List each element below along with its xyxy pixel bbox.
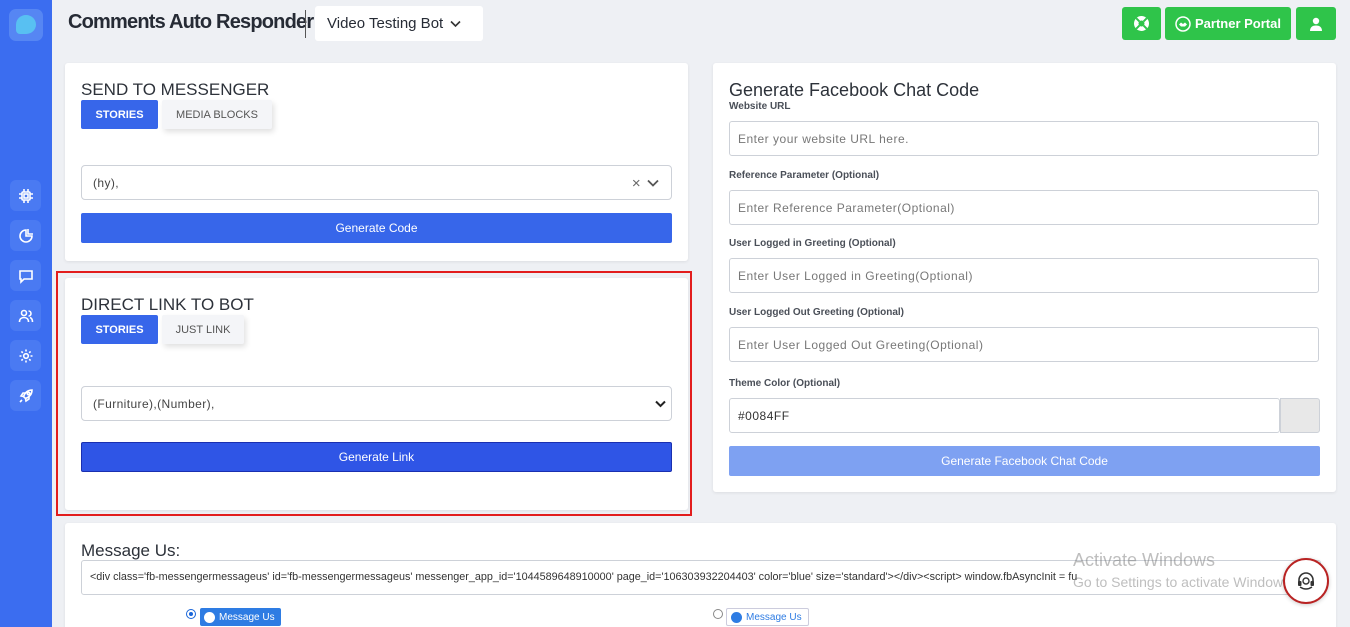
- messenger-icon: [731, 611, 742, 623]
- partner-portal-label: Partner Portal: [1195, 16, 1281, 31]
- reference-parameter-label: Reference Parameter (Optional): [729, 170, 880, 181]
- lifebuoy-icon: [1134, 16, 1149, 31]
- highlight-frame: [56, 271, 692, 516]
- support-chat-widget[interactable]: [1283, 558, 1329, 604]
- partner-portal-button[interactable]: Partner Portal: [1165, 7, 1291, 40]
- send-to-messenger-card: SEND TO MESSENGER STORIES MEDIA BLOCKS (…: [65, 63, 688, 261]
- message-us-preview-white[interactable]: Message Us: [726, 608, 809, 626]
- support-button[interactable]: [1122, 7, 1161, 40]
- title-divider: [305, 10, 306, 38]
- logged-in-greeting-label: User Logged in Greeting (Optional): [729, 238, 896, 249]
- chevron-down-icon[interactable]: [647, 179, 659, 187]
- stories-select[interactable]: (hy), ×: [81, 165, 672, 200]
- logged-out-greeting-label: User Logged Out Greeting (Optional): [729, 307, 904, 318]
- chevron-down-icon: [450, 20, 461, 27]
- generate-code-button[interactable]: Generate Code: [81, 213, 672, 243]
- tab-media-blocks[interactable]: MEDIA BLOCKS: [162, 100, 272, 129]
- chat-code-title: Generate Facebook Chat Code: [729, 80, 980, 100]
- user-profile-button[interactable]: [1296, 7, 1336, 40]
- top-header: Comments Auto Responder Video Testing Bo…: [52, 0, 1350, 48]
- website-url-input[interactable]: Enter your website URL here.: [729, 121, 1319, 156]
- headset-icon: [1298, 572, 1314, 590]
- gear-icon[interactable]: [10, 340, 41, 371]
- activate-windows-subtitle: Go to Settings to activate Windows.: [1073, 574, 1294, 590]
- messenger-icon: [204, 611, 215, 623]
- message-us-preview-label: Message Us: [219, 611, 275, 623]
- tab-stories[interactable]: STORIES: [81, 100, 158, 129]
- message-us-preview-blue[interactable]: Message Us: [200, 608, 281, 626]
- user-icon: [1310, 17, 1322, 31]
- bot-select-label: Video Testing Bot: [327, 15, 444, 32]
- clear-icon[interactable]: ×: [632, 175, 641, 192]
- theme-color-label: Theme Color (Optional): [729, 378, 841, 389]
- radio-option-2[interactable]: [713, 609, 723, 619]
- radio-option-1[interactable]: [186, 609, 196, 619]
- bot-select-dropdown[interactable]: Video Testing Bot: [315, 6, 483, 41]
- chat-code-card: Generate Facebook Chat Code Website URL …: [713, 63, 1336, 492]
- stories-select-value: (hy),: [93, 175, 119, 190]
- generate-chat-code-button[interactable]: Generate Facebook Chat Code: [729, 446, 1320, 476]
- message-us-preview-label: Message Us: [746, 611, 802, 623]
- theme-color-input[interactable]: #0084FF: [729, 398, 1280, 433]
- color-swatch[interactable]: [1280, 398, 1320, 433]
- partner-icon: [1175, 15, 1191, 32]
- chip-icon[interactable]: [10, 180, 41, 211]
- message-us-title: Message Us:: [81, 541, 181, 560]
- pie-chart-icon[interactable]: [10, 220, 41, 251]
- users-icon[interactable]: [10, 300, 41, 331]
- send-to-messenger-title: SEND TO MESSENGER: [81, 80, 270, 99]
- sidebar: [0, 0, 52, 627]
- logged-in-greeting-input[interactable]: Enter User Logged in Greeting(Optional): [729, 258, 1319, 293]
- app-title: Comments Auto Responder: [68, 11, 314, 33]
- rocket-icon[interactable]: [10, 380, 41, 411]
- logged-out-greeting-input[interactable]: Enter User Logged Out Greeting(Optional): [729, 327, 1319, 362]
- chat-icon[interactable]: [10, 260, 41, 291]
- chat-bubble-logo-icon: [16, 15, 36, 34]
- website-url-label: Website URL: [729, 101, 791, 112]
- activate-windows-title: Activate Windows: [1073, 550, 1216, 570]
- app-logo[interactable]: [9, 9, 43, 41]
- reference-parameter-input[interactable]: Enter Reference Parameter(Optional): [729, 190, 1319, 225]
